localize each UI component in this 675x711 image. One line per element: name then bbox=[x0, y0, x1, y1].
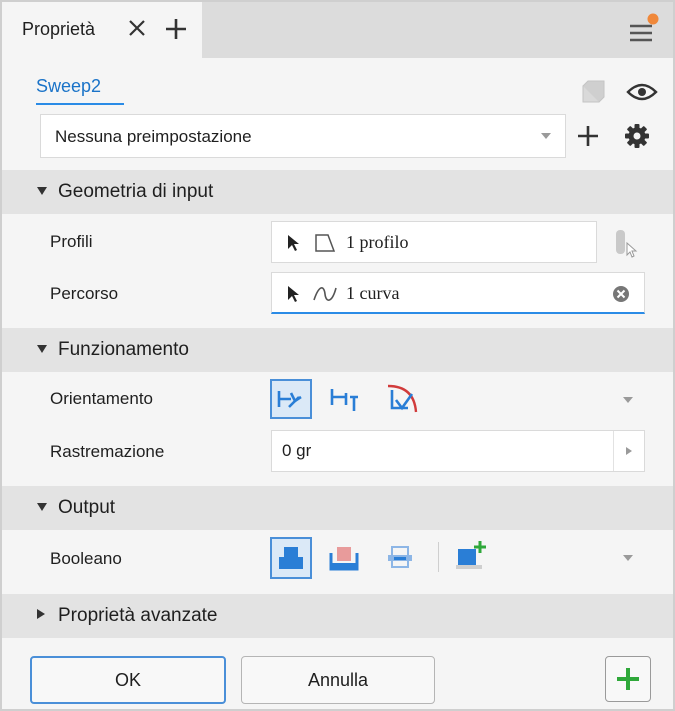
preset-value: Nessuna preimpostazione bbox=[55, 127, 252, 146]
section-input-geometry[interactable]: Geometria di input bbox=[2, 170, 673, 214]
clear-icon[interactable] bbox=[612, 285, 630, 303]
parallel-orientation-icon[interactable] bbox=[328, 383, 362, 415]
green-plus-icon bbox=[617, 668, 639, 690]
triangle-down-icon bbox=[37, 187, 47, 195]
path-label: Percorso bbox=[50, 284, 119, 303]
cut-icon[interactable] bbox=[329, 543, 359, 573]
eye-icon[interactable] bbox=[626, 82, 658, 102]
apply-new-button[interactable] bbox=[605, 656, 651, 702]
taper-input[interactable]: 0 gr bbox=[271, 430, 645, 472]
properties-panel: Proprietà Sweep2 Nessuna preimpostazione bbox=[0, 0, 675, 711]
cursor-arrow-icon bbox=[288, 235, 299, 251]
chevron-down-icon[interactable] bbox=[622, 554, 634, 562]
section-label: Funzionamento bbox=[58, 339, 189, 360]
section-label: Output bbox=[58, 497, 116, 518]
orientation-label: Orientamento bbox=[50, 389, 153, 408]
curve-icon bbox=[313, 287, 337, 301]
cursor-arrow-icon bbox=[288, 286, 299, 302]
tab-bar: Proprietà bbox=[2, 2, 673, 58]
cancel-button[interactable]: Annulla bbox=[241, 656, 435, 704]
taper-value: 0 gr bbox=[282, 441, 312, 460]
section-advanced-properties[interactable]: Proprietà avanzate bbox=[2, 594, 673, 638]
taper-expand-button[interactable] bbox=[613, 431, 644, 471]
profiles-label: Profili bbox=[50, 232, 93, 251]
plus-icon[interactable] bbox=[162, 15, 190, 43]
chevron-right-icon bbox=[626, 447, 632, 455]
gear-icon[interactable] bbox=[622, 121, 652, 151]
preset-dropdown[interactable]: Nessuna preimpostazione bbox=[40, 114, 566, 158]
cube-icon bbox=[582, 80, 605, 103]
intersect-icon[interactable] bbox=[386, 543, 414, 571]
feature-name[interactable]: Sweep2 bbox=[36, 76, 124, 105]
join-icon bbox=[279, 547, 303, 569]
path-orientation-icon bbox=[277, 391, 302, 408]
new-solid-icon[interactable] bbox=[454, 539, 488, 571]
triangle-down-icon bbox=[37, 503, 47, 511]
close-icon[interactable] bbox=[124, 15, 150, 41]
ok-button[interactable]: OK bbox=[30, 656, 226, 704]
triangle-right-icon bbox=[37, 609, 45, 619]
section-label: Geometria di input bbox=[58, 181, 214, 202]
path-value: 1 curva bbox=[346, 283, 400, 303]
solid-select-icon[interactable] bbox=[614, 228, 638, 260]
section-output[interactable]: Output bbox=[2, 486, 673, 530]
section-label: Proprietà avanzate bbox=[58, 605, 218, 626]
divider bbox=[438, 542, 439, 572]
hamburger-menu-icon[interactable] bbox=[626, 12, 660, 48]
add-preset-icon[interactable] bbox=[574, 122, 602, 150]
chevron-down-icon bbox=[541, 133, 551, 139]
profiles-value: 1 profilo bbox=[346, 232, 409, 252]
profiles-selector[interactable]: 1 profilo bbox=[271, 221, 597, 263]
path-selector[interactable]: 1 curva bbox=[271, 272, 645, 314]
section-behavior[interactable]: Funzionamento bbox=[2, 328, 673, 372]
chevron-down-icon[interactable] bbox=[622, 396, 634, 404]
tab-title: Proprietà bbox=[22, 19, 96, 39]
triangle-down-icon bbox=[37, 345, 47, 353]
taper-label: Rastremazione bbox=[50, 442, 165, 461]
guide-rail-orientation-icon[interactable] bbox=[384, 380, 420, 416]
orientation-path-button[interactable] bbox=[270, 379, 312, 419]
boolean-label: Booleano bbox=[50, 549, 122, 568]
boolean-join-button[interactable] bbox=[270, 537, 312, 579]
profile-icon bbox=[315, 234, 336, 252]
